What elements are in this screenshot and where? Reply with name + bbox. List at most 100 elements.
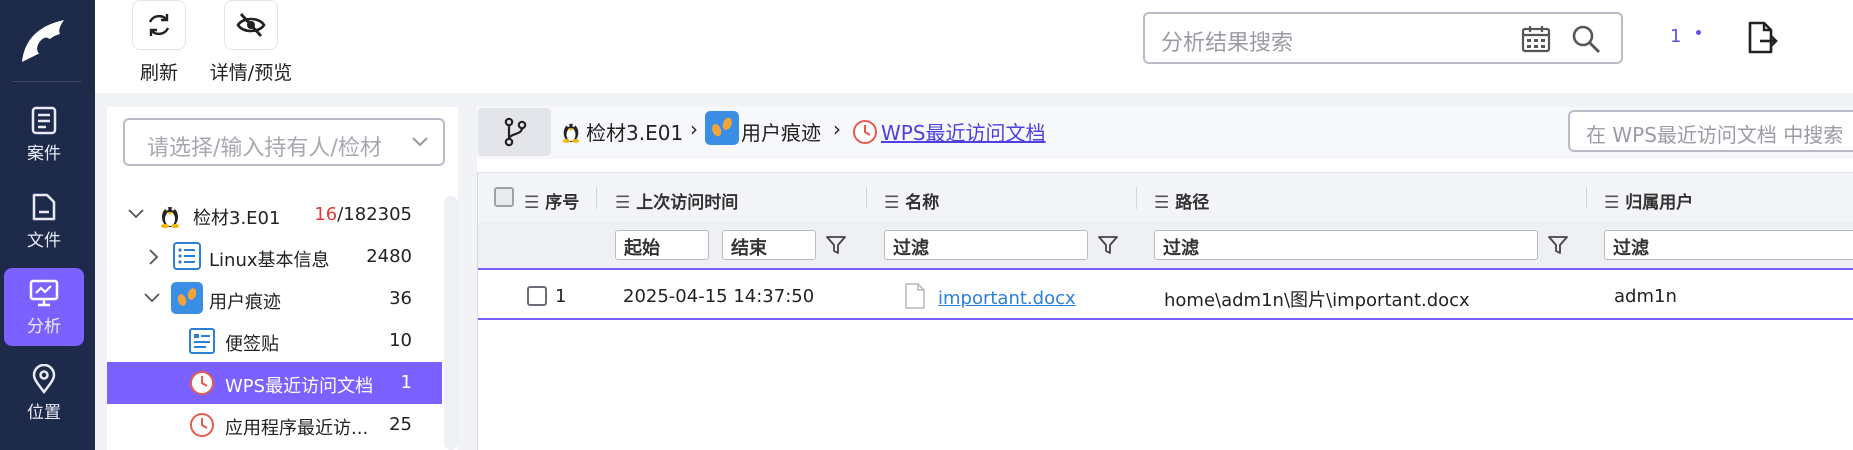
filter-user-input[interactable]: 过滤 [1604,230,1853,260]
footprints-icon [171,282,203,314]
table-filter-row: 起始 结束 过滤 过滤 过滤 [477,222,1853,270]
recent-clock-icon [190,371,214,395]
table-search-placeholder: 在 WPS最近访问文档 中搜索 [1586,123,1844,147]
nav-item-label: 文件 [27,231,61,251]
location-pin-icon [32,364,56,394]
file-icon [32,193,56,221]
column-menu-icon: ☰ [884,193,900,213]
nav-item-cases[interactable]: 案件 [4,95,84,173]
tree-node-evidence[interactable]: 检材3.E01 16/182305 [107,194,442,236]
count-total: /182305 [337,204,412,225]
filter-funnel-icon[interactable] [1097,234,1119,256]
row-checkbox[interactable] [527,286,547,306]
column-menu-icon: ☰ [1604,193,1620,213]
column-divider[interactable] [596,187,597,209]
tree-node-sticky-notes[interactable]: 便签贴 10 [107,320,442,362]
table-row[interactable]: 1 2025-04-15 14:37:50 important.docx hom… [477,272,1853,320]
breadcrumb-separator: › [833,117,841,141]
footprints-icon [705,111,739,145]
refresh-label: 刷新 [139,62,178,84]
table-left-border [477,172,478,450]
holder-select[interactable]: 请选择/输入持有人/检材 [123,118,445,166]
tree-node-count: 10 [389,330,412,351]
column-header-label: 上次访问时间 [636,193,739,213]
tree-node-user-traces[interactable]: 用户痕迹 36 [107,278,442,320]
breadcrumb-item-current[interactable]: WPS最近访问文档 [881,117,1046,146]
recent-clock-icon [190,413,214,437]
rail-divider [12,81,82,82]
filter-funnel-icon[interactable] [1547,234,1569,256]
cell-file-name-link[interactable]: important.docx [938,288,1076,309]
tree-node-label: 检材3.E01 [193,208,281,229]
cell-last-access-time: 2025-04-15 14:37:50 [623,286,815,307]
tree-node-linux-info[interactable]: Linux基本信息 2480 [107,236,442,278]
column-divider[interactable] [866,187,867,209]
chevron-right-icon[interactable] [147,248,161,266]
export-file-icon[interactable] [1746,20,1778,56]
column-header-name[interactable]: ☰ 名称 [884,188,939,213]
nav-item-location[interactable]: 位置 [4,354,84,432]
filter-end-date[interactable]: 结束 [722,230,816,260]
filter-funnel-icon[interactable] [825,234,847,256]
column-header-label: 名称 [905,193,940,213]
notification-dot [1696,30,1701,35]
tree-node-count: 16/182305 [314,204,412,225]
tree-node-label: 便签贴 [225,334,279,355]
chevron-down-icon[interactable] [127,207,145,221]
column-header-user[interactable]: ☰ 归属用户 [1604,188,1693,213]
column-header-index[interactable]: ☰ 序号 [524,188,579,213]
table-search-input[interactable]: 在 WPS最近访问文档 中搜索 [1568,110,1853,152]
branch-toggle-button[interactable] [478,108,551,156]
nav-item-files[interactable]: 文件 [4,182,84,260]
column-divider[interactable] [1136,187,1137,209]
notification-count[interactable]: 1 [1670,26,1681,47]
breadcrumb-item-evidence[interactable]: 检材3.E01 [586,117,683,146]
tree-node-app-recent[interactable]: 应用程序最近访... 25 [107,404,442,446]
details-preview-label: 详情/预览 [209,62,293,84]
app-logo-icon [22,20,64,62]
tree-node-count: 36 [389,288,412,309]
cell-index: 1 [555,286,567,307]
linux-penguin-icon [161,207,179,228]
search-placeholder: 分析结果搜索 [1161,31,1294,56]
filter-start-date[interactable]: 起始 [615,230,709,260]
search-icon[interactable] [1571,24,1601,54]
refresh-icon [148,14,170,36]
column-header-time[interactable]: ☰ 上次访问时间 [615,188,738,213]
refresh-button[interactable] [132,0,186,50]
holder-select-placeholder: 请选择/输入持有人/检材 [147,136,382,161]
tree-node-label: WPS最近访问文档 [225,376,374,397]
details-preview-tool[interactable]: 详情/预览 [201,0,301,85]
cell-path: home\adm1n\图片\important.docx [1164,290,1470,311]
sticky-note-icon [189,328,215,354]
tree-node-count: 25 [389,414,412,435]
tree-node-count: 1 [400,372,412,393]
refresh-tool[interactable]: 刷新 [127,0,191,85]
column-menu-icon: ☰ [1154,193,1170,213]
analysis-screen-icon [29,279,59,307]
tree-scrollbar[interactable] [444,196,458,450]
chevron-down-icon [412,137,428,147]
clipboard-icon [31,106,57,135]
nav-item-analysis[interactable]: 分析 [4,268,84,346]
select-all-checkbox[interactable] [494,187,514,207]
breadcrumb-item-user-traces[interactable]: 用户痕迹 [741,117,821,146]
filter-name-input[interactable]: 过滤 [884,230,1088,260]
chevron-down-icon[interactable] [143,291,161,305]
column-menu-icon: ☰ [524,193,540,213]
column-menu-icon: ☰ [615,193,631,213]
filter-path-input[interactable]: 过滤 [1154,230,1538,260]
tree-node-wps-recent[interactable]: WPS最近访问文档 1 [107,362,442,404]
calendar-icon[interactable] [1521,25,1551,53]
cell-owner-user: adm1n [1614,286,1677,307]
column-divider[interactable] [1586,187,1587,209]
list-icon [173,242,201,270]
table-header: ☰ 序号 ☰ 上次访问时间 ☰ 名称 ☰ 路径 ☰ 归属用户 [477,172,1853,222]
details-preview-button[interactable] [224,0,278,50]
column-header-path[interactable]: ☰ 路径 [1154,188,1209,213]
git-branch-icon [504,117,526,147]
analysis-search-input[interactable]: 分析结果搜索 [1143,12,1623,64]
document-file-icon [905,283,925,309]
tree-node-label: 应用程序最近访... [225,418,369,439]
column-header-label: 归属用户 [1625,193,1694,213]
